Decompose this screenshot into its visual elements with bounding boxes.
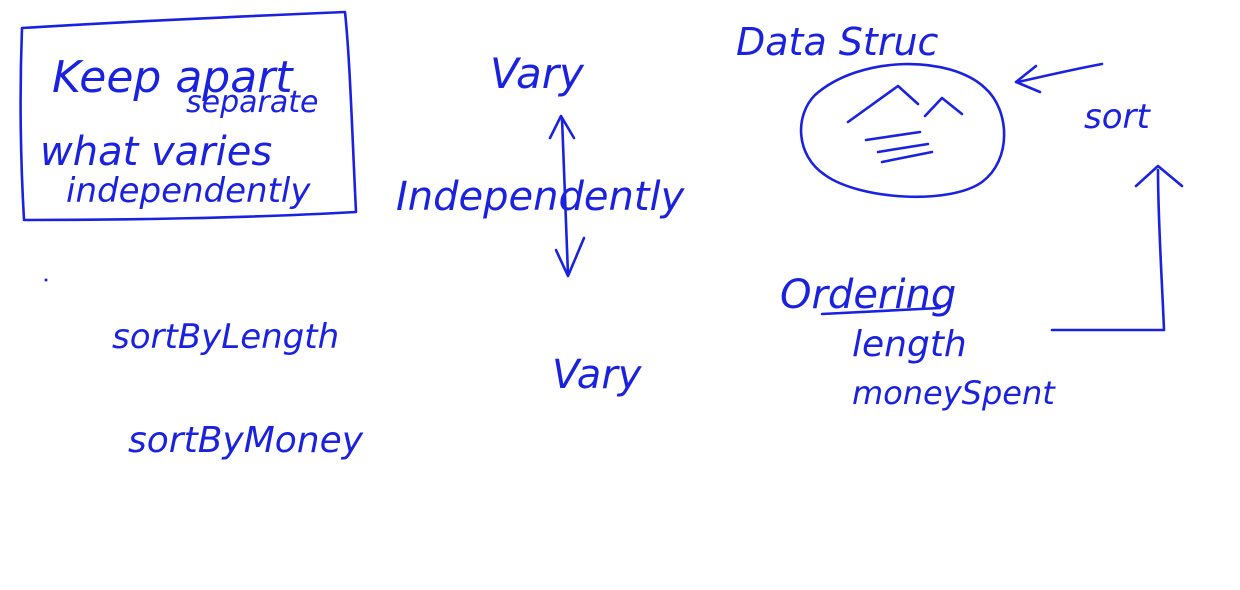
box-text-independently: independently [66, 171, 311, 211]
label-independently: Independently [396, 174, 686, 220]
box-text-separate: separate [186, 85, 318, 120]
data-structure-blob [799, 62, 1006, 199]
stray-ink-dot [44, 278, 48, 282]
elbow-arrow-to-sort [1050, 168, 1166, 332]
label-vary-bottom: Vary [552, 352, 643, 398]
label-sort: sort [1084, 97, 1151, 137]
label-sort-by-length: sortByLength [112, 317, 339, 357]
box-text-what-varies: what varies [40, 129, 272, 175]
blob-scribble [846, 84, 964, 164]
label-data-structure: Data Struc [736, 20, 939, 64]
whiteboard-canvas: Keep apart separate what varies independ… [19, 10, 1184, 461]
double-arrow-head-down [554, 236, 586, 278]
label-sort-by-money: sortByMoney [128, 420, 364, 461]
label-length: length [852, 324, 967, 365]
label-money-spent: moneySpent [852, 374, 1056, 412]
label-vary-top: Vary [490, 49, 585, 98]
arrow-to-data-structure [1014, 62, 1104, 94]
